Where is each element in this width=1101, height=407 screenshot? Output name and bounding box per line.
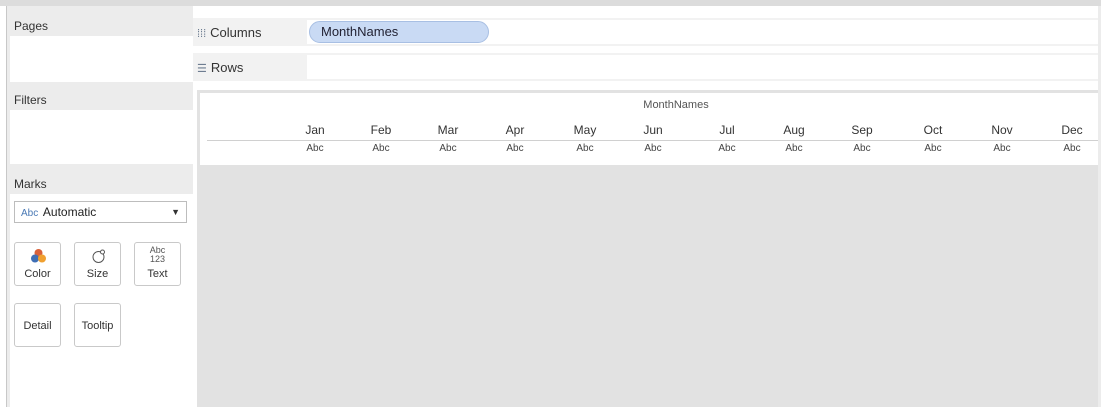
color-icon: [31, 249, 46, 263]
color-button-label: Color: [24, 268, 51, 280]
pages-drop-area[interactable]: [10, 36, 193, 82]
chevron-down-icon: ▼: [171, 207, 180, 217]
month-header-feb[interactable]: Feb: [351, 123, 411, 137]
color-button[interactable]: Color: [14, 242, 61, 286]
value-cell-mar[interactable]: Abc: [418, 143, 478, 154]
rows-icon: ☰: [197, 63, 207, 75]
text-icon-bottom: 123: [149, 254, 166, 264]
value-cell-dec[interactable]: Abc: [1042, 143, 1101, 154]
value-cell-nov[interactable]: Abc: [972, 143, 1032, 154]
rows-shelf: ☰ Rows: [193, 53, 1098, 81]
column-field-title: MonthNames: [643, 99, 709, 111]
month-header-aug[interactable]: Aug: [764, 123, 824, 137]
text-button-label: Text: [147, 268, 168, 280]
marks-card: Marks Abc Automatic ▼ Color Size Abc 123…: [10, 174, 193, 407]
month-header-jan[interactable]: Jan: [285, 123, 345, 137]
marks-card-title: Marks: [10, 174, 193, 194]
value-cell-apr[interactable]: Abc: [485, 143, 545, 154]
value-cell-oct[interactable]: Abc: [903, 143, 963, 154]
month-header-apr[interactable]: Apr: [485, 123, 545, 137]
filters-drop-area[interactable]: [10, 110, 193, 164]
mark-type-dropdown[interactable]: Abc Automatic ▼: [14, 201, 187, 223]
columns-shelf-label: ⁞⁞⁞ Columns: [197, 25, 262, 40]
header-divider: [207, 140, 1098, 141]
columns-shelf: ⁞⁞⁞ Columns MonthNames: [193, 18, 1098, 46]
value-cell-jul[interactable]: Abc: [697, 143, 757, 154]
monthnames-pill[interactable]: MonthNames: [309, 21, 489, 43]
crosstab-table: MonthNames Jan Feb Mar Apr May Jun Jul Aug Sep Oc…: [200, 93, 1098, 165]
size-icon: [92, 249, 105, 263]
value-cell-feb[interactable]: Abc: [351, 143, 411, 154]
month-headers: Jan Feb Mar Apr May Jun Jul Aug Sep Oct Nov Dec: [200, 123, 1098, 139]
month-header-oct[interactable]: Oct: [903, 123, 963, 137]
pages-card-title: Pages: [10, 16, 193, 36]
pages-card[interactable]: Pages: [10, 16, 193, 82]
tooltip-button-label: Tooltip: [81, 320, 114, 332]
value-row: Abc Abc Abc Abc Abc Abc Abc Abc Abc Abc Abc Abc: [200, 143, 1098, 159]
value-cell-jun[interactable]: Abc: [623, 143, 683, 154]
rows-drop-area[interactable]: [307, 55, 1098, 79]
size-button-label: Size: [86, 268, 109, 280]
month-header-sep[interactable]: Sep: [832, 123, 892, 137]
left-panel: Pages Filters Marks Abc Automatic ▼ Colo…: [7, 6, 193, 407]
text-button[interactable]: Abc 123 Text: [134, 242, 181, 286]
month-header-jun[interactable]: Jun: [623, 123, 683, 137]
filters-card[interactable]: Filters: [10, 90, 193, 164]
month-header-dec[interactable]: Dec: [1042, 123, 1101, 137]
tooltip-button[interactable]: Tooltip: [74, 303, 121, 347]
value-cell-may[interactable]: Abc: [555, 143, 615, 154]
columns-icon: ⁞⁞⁞: [197, 28, 207, 40]
rows-shelf-label: ☰ Rows: [197, 60, 244, 75]
view-canvas[interactable]: MonthNames Jan Feb Mar Apr May Jun Jul Aug Sep Oc…: [197, 90, 1098, 407]
value-cell-sep[interactable]: Abc: [832, 143, 892, 154]
detail-button-label: Detail: [23, 320, 52, 332]
size-button[interactable]: Size: [74, 242, 121, 286]
marks-body: Abc Automatic ▼ Color Size Abc 123 Text …: [10, 194, 193, 407]
month-header-jul[interactable]: Jul: [697, 123, 757, 137]
text-icon: Abc 123: [135, 246, 180, 264]
month-header-may[interactable]: May: [555, 123, 615, 137]
filters-card-title: Filters: [10, 90, 193, 110]
value-cell-jan[interactable]: Abc: [285, 143, 345, 154]
mark-type-abc-icon: Abc: [21, 208, 39, 219]
detail-button[interactable]: Detail: [14, 303, 61, 347]
month-header-mar[interactable]: Mar: [418, 123, 478, 137]
mark-type-value: Automatic: [42, 205, 97, 219]
value-cell-aug[interactable]: Abc: [764, 143, 824, 154]
month-header-nov[interactable]: Nov: [972, 123, 1032, 137]
